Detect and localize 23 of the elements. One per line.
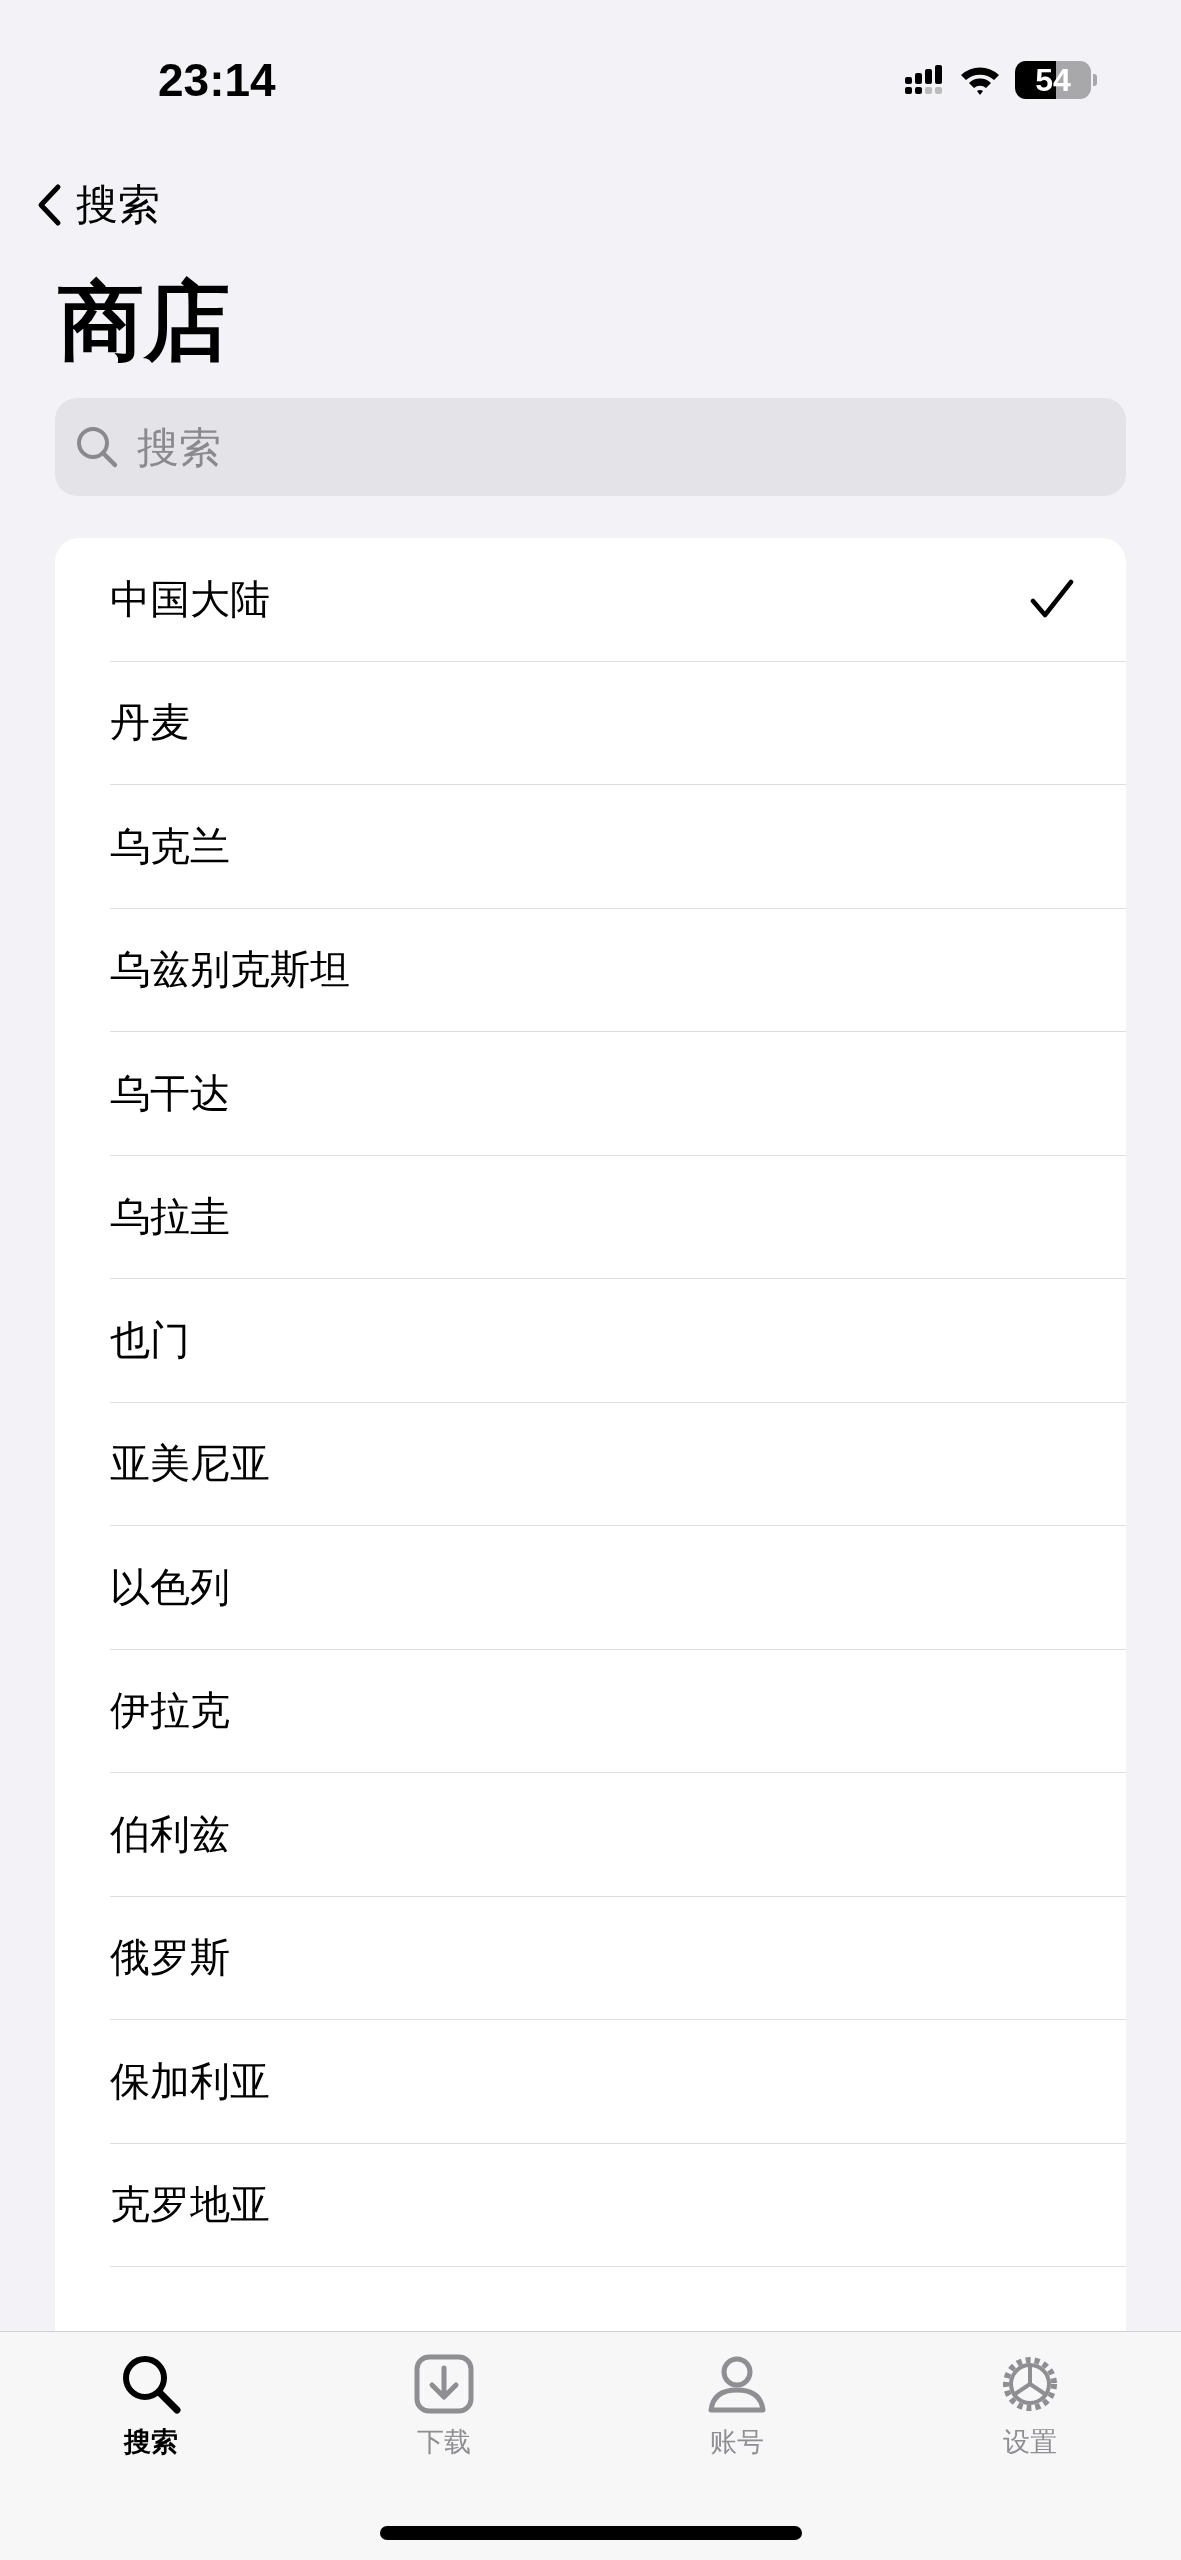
store-row[interactable]: 丹麦: [110, 661, 1126, 785]
status-time: 23:14: [158, 53, 276, 107]
tab-item[interactable]: 搜索: [113, 2332, 190, 2461]
download-icon: [412, 2352, 477, 2416]
search-field[interactable]: 搜索: [55, 398, 1126, 496]
store-row[interactable]: 乌兹别克斯坦: [110, 908, 1126, 1032]
store-row[interactable]: 保加利亚: [110, 2020, 1126, 2144]
back-button[interactable]: 搜索: [30, 173, 166, 237]
store-row[interactable]: 乌克兰: [110, 785, 1126, 909]
store-row[interactable]: 俄罗斯: [110, 1896, 1126, 2020]
store-row[interactable]: 乌干达: [110, 1032, 1126, 1156]
store-row[interactable]: 乌拉圭: [110, 1155, 1126, 1279]
store-row[interactable]: 亚美尼亚: [110, 1402, 1126, 1526]
store-row[interactable]: 中国大陆: [110, 538, 1126, 662]
store-row[interactable]: 克罗地亚: [110, 2143, 1126, 2267]
chevron-left-icon: [36, 183, 62, 227]
search-icon: [75, 425, 119, 469]
page-title: 商店: [58, 270, 231, 373]
store-row[interactable]: 伯利兹: [110, 1773, 1126, 1897]
signal-icon: [905, 65, 945, 95]
store-row[interactable]: 以色列: [110, 1526, 1126, 1650]
store-row[interactable]: 伊拉克: [110, 1649, 1126, 1773]
store-row[interactable]: 也门: [110, 1279, 1126, 1403]
